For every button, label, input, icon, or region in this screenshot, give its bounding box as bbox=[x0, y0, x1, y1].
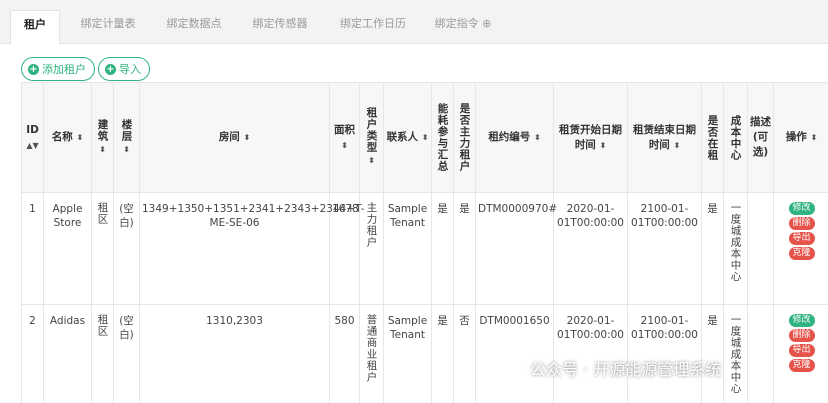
table-row: 2 Adidas 租区 (空白) 1310,2303 580 普通商业租户 Sa… bbox=[21, 304, 828, 403]
cell-is-leased: 是 bbox=[701, 304, 724, 403]
cell-area: 580 bbox=[329, 304, 360, 403]
cell-tenant-type: 普通商业租户 bbox=[359, 304, 384, 403]
tab-tenant[interactable]: 租户 bbox=[10, 10, 60, 45]
delete-button[interactable]: 删除 bbox=[788, 217, 815, 230]
col-area[interactable]: 面积 ⬍ bbox=[329, 82, 360, 193]
cell-description bbox=[747, 192, 774, 305]
cell-room: 1310,2303 bbox=[139, 304, 330, 403]
cell-lease-start: 2020-01-01T00:00:00 bbox=[553, 304, 628, 403]
tab-bind-command[interactable]: 绑定指令 ⊕ bbox=[428, 10, 498, 44]
sort-icon: ⬍ bbox=[99, 144, 106, 154]
cell-lease-start: 2020-01-01T00:00:00 bbox=[553, 192, 628, 305]
col-main-tenant[interactable]: 是否主力租户 bbox=[453, 82, 476, 193]
sort-icon: ⬍ bbox=[368, 156, 375, 165]
sort-icon: ⬍ bbox=[123, 144, 130, 154]
watermark-text: 公众号 · 开源能源管理系统 bbox=[530, 360, 722, 379]
cell-energy-summary: 是 bbox=[431, 304, 454, 403]
sort-icon: ⬍ bbox=[673, 140, 681, 150]
cell-floor: (空白) bbox=[113, 192, 140, 305]
col-building[interactable]: 建筑 ⬍ bbox=[91, 82, 114, 193]
cell-name: Adidas bbox=[43, 304, 92, 403]
tenant-table: ID ▲▼ 名称 ⬍ 建筑 ⬍ 楼层 ⬍ 房间 ⬍ 面积 ⬍ 租户类型 ⬍ 联系人 ⬍ 能… bbox=[21, 82, 828, 403]
import-button[interactable]: + 导入 bbox=[98, 57, 150, 81]
sort-icon: ⬍ bbox=[243, 133, 251, 142]
export-button[interactable]: 导出 bbox=[788, 344, 815, 357]
col-floor[interactable]: 楼层 ⬍ bbox=[113, 82, 140, 193]
col-room[interactable]: 房间 ⬍ bbox=[139, 82, 330, 193]
delete-button[interactable]: 删除 bbox=[788, 329, 815, 342]
cell-cost-center: 一度城成本中心 bbox=[723, 192, 748, 305]
clone-button[interactable]: 克隆 bbox=[788, 247, 815, 260]
export-button[interactable]: 导出 bbox=[788, 232, 815, 245]
table-row: 1 Apple Store 租区 (空白) 1349+1350+1351+234… bbox=[21, 192, 828, 305]
col-tenant-type[interactable]: 租户类型 ⬍ bbox=[359, 82, 384, 193]
cell-id: 1 bbox=[21, 192, 44, 305]
cell-is-leased: 是 bbox=[701, 192, 724, 305]
cell-energy-summary: 是 bbox=[431, 192, 454, 305]
sort-icon: ⬍ bbox=[810, 133, 818, 142]
cell-name: Apple Store bbox=[43, 192, 92, 305]
col-cost-center[interactable]: 成本中心 bbox=[723, 82, 748, 193]
col-contact[interactable]: 联系人 ⬍ bbox=[383, 82, 432, 193]
col-actions: 操作 ⬍ bbox=[773, 82, 828, 193]
cell-building: 租区 bbox=[91, 192, 114, 305]
cell-room: 1349+1350+1351+2341+2343+2344+T-ME-SE-06 bbox=[139, 192, 364, 305]
add-tenant-label: 添加租户 bbox=[42, 63, 86, 76]
sort-icon: ⬍ bbox=[533, 133, 541, 142]
edit-button[interactable]: 修改 bbox=[788, 314, 815, 327]
col-name[interactable]: 名称 ⬍ bbox=[43, 82, 92, 193]
tab-bind-sensor[interactable]: 绑定传感器 bbox=[242, 10, 318, 44]
col-id[interactable]: ID ▲▼ bbox=[21, 82, 44, 193]
wechat-icon bbox=[498, 358, 522, 377]
cell-actions: 修改 删除 导出 克隆 bbox=[773, 192, 828, 305]
cell-lease-no: DTM0000970# bbox=[475, 192, 557, 305]
cell-id: 2 bbox=[21, 304, 44, 403]
tab-bind-calendar[interactable]: 绑定工作日历 bbox=[328, 10, 418, 44]
cell-building: 租区 bbox=[91, 304, 114, 403]
sort-icon: ⬍ bbox=[76, 133, 84, 142]
col-description[interactable]: 描述(可选) bbox=[747, 82, 774, 193]
edit-button[interactable]: 修改 bbox=[788, 202, 815, 215]
sort-icon: ⬍ bbox=[341, 140, 348, 150]
import-label: 导入 bbox=[119, 63, 141, 76]
add-tenant-button[interactable]: + 添加租户 bbox=[21, 57, 95, 81]
col-lease-end[interactable]: 租赁结束日期时间 ⬍ bbox=[627, 82, 702, 193]
tab-bind-datapoint[interactable]: 绑定数据点 bbox=[156, 10, 232, 44]
cell-lease-no: DTM0001650 bbox=[475, 304, 554, 403]
plus-icon: + bbox=[105, 63, 116, 75]
cell-cost-center: 一度城成本中心 bbox=[723, 304, 748, 403]
cell-main-tenant: 否 bbox=[453, 304, 476, 403]
cell-lease-end: 2100-01-01T00:00:00 bbox=[627, 192, 702, 305]
sort-icon: ▲▼ bbox=[26, 140, 39, 150]
col-energy-summary[interactable]: 能耗参与汇总 bbox=[431, 82, 454, 193]
tab-bar: 租户 绑定计量表 绑定数据点 绑定传感器 绑定工作日历 绑定指令 ⊕ bbox=[0, 0, 828, 45]
sort-icon: ⬍ bbox=[421, 133, 429, 142]
watermark: 公众号 · 开源能源管理系统 bbox=[498, 356, 721, 380]
tab-bind-meter[interactable]: 绑定计量表 bbox=[70, 10, 146, 44]
cell-main-tenant: 是 bbox=[453, 192, 476, 305]
cell-actions: 修改 删除 导出 克隆 bbox=[773, 304, 828, 403]
cell-contact: Sample Tenant bbox=[383, 192, 432, 305]
cell-contact: Sample Tenant bbox=[383, 304, 432, 403]
cell-lease-end: 2100-01-01T00:00:00 bbox=[627, 304, 702, 403]
col-is-leased[interactable]: 是否在租 bbox=[701, 82, 724, 193]
cell-floor: (空白) bbox=[113, 304, 140, 403]
col-lease-no[interactable]: 租约编号 ⬍ bbox=[475, 82, 554, 193]
cell-area: 1678 bbox=[329, 192, 360, 305]
cell-description bbox=[747, 304, 774, 403]
clone-button[interactable]: 克隆 bbox=[788, 359, 815, 372]
plus-icon: + bbox=[28, 63, 39, 75]
sort-icon: ⬍ bbox=[599, 140, 607, 150]
col-lease-start[interactable]: 租赁开始日期时间 ⬍ bbox=[553, 82, 628, 193]
